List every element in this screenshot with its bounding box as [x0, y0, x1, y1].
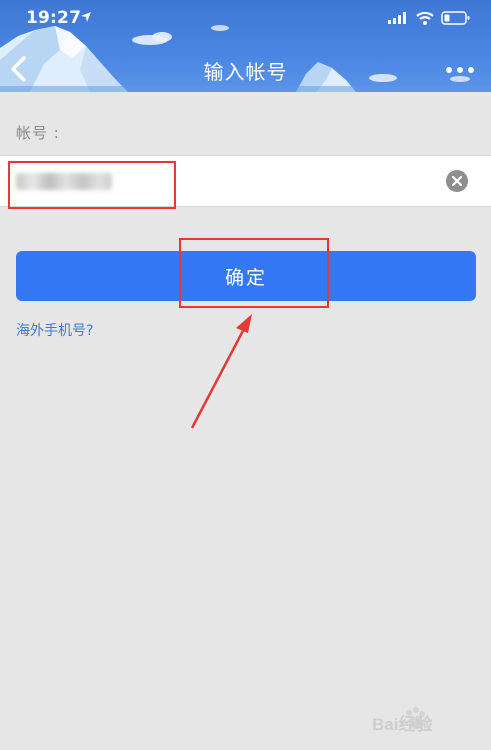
nav-header: 19:27 输入帐号 [0, 0, 491, 92]
wifi-icon [416, 11, 434, 25]
signal-icon [388, 12, 406, 24]
location-arrow-icon [81, 12, 91, 22]
baidu-jingyan-watermark: Bai经验 [372, 702, 484, 740]
confirm-button[interactable]: 确定 [16, 251, 476, 301]
watermark-text: Bai经验 [372, 715, 433, 734]
account-input-row [0, 155, 491, 207]
more-dots-icon [446, 67, 474, 73]
clear-input-button[interactable] [446, 170, 468, 192]
overseas-phone-link[interactable]: 海外手机号? [16, 320, 93, 340]
account-label: 帐号 : [16, 124, 60, 142]
close-icon [451, 175, 463, 187]
battery-icon [441, 11, 470, 25]
annotation-arrow [190, 314, 252, 429]
more-button[interactable] [445, 60, 475, 80]
status-time: 19:27 [26, 8, 82, 28]
page-title: 输入帐号 [203, 60, 288, 84]
blurred-account-text [16, 173, 112, 190]
